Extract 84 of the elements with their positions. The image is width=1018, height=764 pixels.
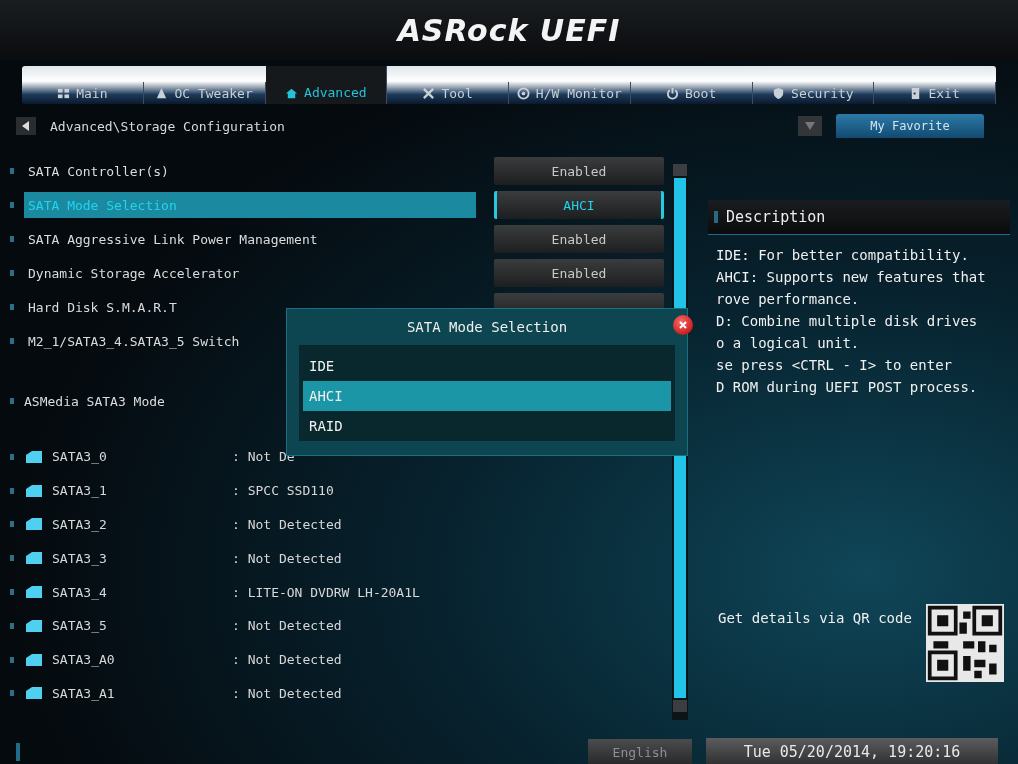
description-text: o a logical unit.: [716, 334, 861, 353]
bullet-icon: [10, 622, 14, 629]
bullet-icon: [10, 398, 14, 404]
tab-icon: [772, 86, 786, 100]
bullet-icon: [10, 656, 14, 663]
bullet-icon: [10, 202, 14, 208]
date-time: Tue 05/20/2014, 19:20:16: [706, 738, 998, 764]
dialog-title: SATA Mode Selection: [405, 318, 569, 337]
description-text: D: Combine multiple disk drives: [716, 312, 979, 331]
breadcrumb: Advanced\Storage Configuration: [50, 118, 286, 134]
drive-icon: [24, 585, 44, 600]
tab-icon: [516, 86, 530, 100]
bullet-icon: [10, 453, 14, 460]
drive-icon: [24, 551, 44, 566]
device-value: : Not Detected: [232, 618, 342, 634]
device-value: : Not Detected: [232, 685, 342, 701]
bullet-icon: [10, 487, 14, 494]
bullet-icon: [10, 589, 14, 596]
tab[interactable]: Security: [752, 82, 875, 104]
logo-text: ASRock UEFI: [397, 12, 621, 48]
tab[interactable]: Advanced: [265, 66, 388, 104]
option-item[interactable]: RAID: [303, 411, 671, 441]
bullet-icon: [10, 236, 14, 242]
language-button[interactable]: English: [588, 739, 692, 764]
setting-label[interactable]: SATA Aggressive Link Power Management: [24, 226, 476, 252]
device-name: SATA3_1: [52, 483, 108, 499]
bullet-icon: [10, 555, 14, 562]
bullet-icon: [10, 338, 14, 344]
tab[interactable]: Main: [22, 82, 144, 104]
description-text: IDE: For better compatibility.: [716, 246, 970, 265]
tab[interactable]: H/W Monitor: [509, 82, 631, 104]
qr-code-icon: [925, 604, 1004, 682]
description-title: Description: [726, 208, 826, 226]
drive-icon: [24, 686, 44, 701]
tab-icon: [422, 86, 436, 100]
back-button[interactable]: [16, 117, 36, 135]
device-value: : LITE-ON DVDRW LH-20A1L: [232, 584, 420, 600]
tab-icon: [285, 87, 299, 100]
grip-icon: [16, 743, 20, 761]
drive-icon: [24, 652, 44, 667]
tab-icon: [57, 86, 71, 100]
device-name: SATA3_3: [52, 550, 108, 566]
tab[interactable]: OC Tweaker: [143, 82, 266, 104]
device-value: : Not Detected: [232, 550, 342, 566]
description-text: rove performance.: [716, 290, 861, 309]
description-text: D ROM during UEFI POST process.: [716, 378, 979, 397]
back-arrow-icon: [22, 121, 30, 131]
caret-icon: [805, 122, 815, 130]
favorite-button[interactable]: My Favorite: [836, 114, 984, 138]
close-icon[interactable]: [673, 315, 693, 335]
drive-icon: [24, 449, 44, 464]
drive-icon: [24, 517, 44, 532]
bullet-icon: [10, 521, 14, 528]
bullet-icon: [10, 304, 14, 310]
bullet-icon: [10, 690, 14, 697]
device-name: SATA3_4: [52, 584, 108, 600]
qr-caption: Get details via QR code: [718, 610, 912, 626]
description-text: se press <CTRL - I> to enter: [716, 356, 953, 375]
drive-icon: [24, 618, 44, 633]
section-label: ASMedia SATA3 Mode: [24, 393, 165, 409]
tab[interactable]: Boot: [630, 82, 753, 104]
bullet-icon: [10, 270, 14, 276]
device-name: SATA3_A0: [52, 652, 116, 668]
tab[interactable]: Tool: [387, 82, 509, 104]
setting-value-button[interactable]: Enabled: [494, 259, 664, 287]
device-name: SATA3_0: [52, 449, 108, 465]
tab-icon: [665, 86, 679, 100]
setting-value-button[interactable]: AHCI: [494, 191, 664, 219]
bullet-icon: [10, 168, 14, 174]
option-item[interactable]: IDE: [303, 351, 671, 381]
drive-icon: [24, 483, 44, 498]
device-value: : Not Detected: [232, 517, 342, 532]
device-value: : SPCC SSD110: [232, 483, 334, 499]
device-name: SATA3_A1: [52, 685, 116, 701]
tab[interactable]: Exit: [874, 82, 996, 104]
description-text: AHCI: Supports new features that: [716, 268, 987, 287]
device-value: : Not Detected: [232, 652, 342, 668]
device-name: SATA3_5: [52, 618, 108, 634]
setting-label[interactable]: SATA Controller(s): [24, 158, 476, 184]
tab-icon: [155, 86, 169, 100]
setting-label[interactable]: Dynamic Storage Accelerator: [24, 260, 476, 286]
setting-value-button[interactable]: Enabled: [494, 157, 664, 185]
setting-value-button[interactable]: Enabled: [494, 225, 664, 253]
device-name: SATA3_2: [52, 517, 108, 532]
